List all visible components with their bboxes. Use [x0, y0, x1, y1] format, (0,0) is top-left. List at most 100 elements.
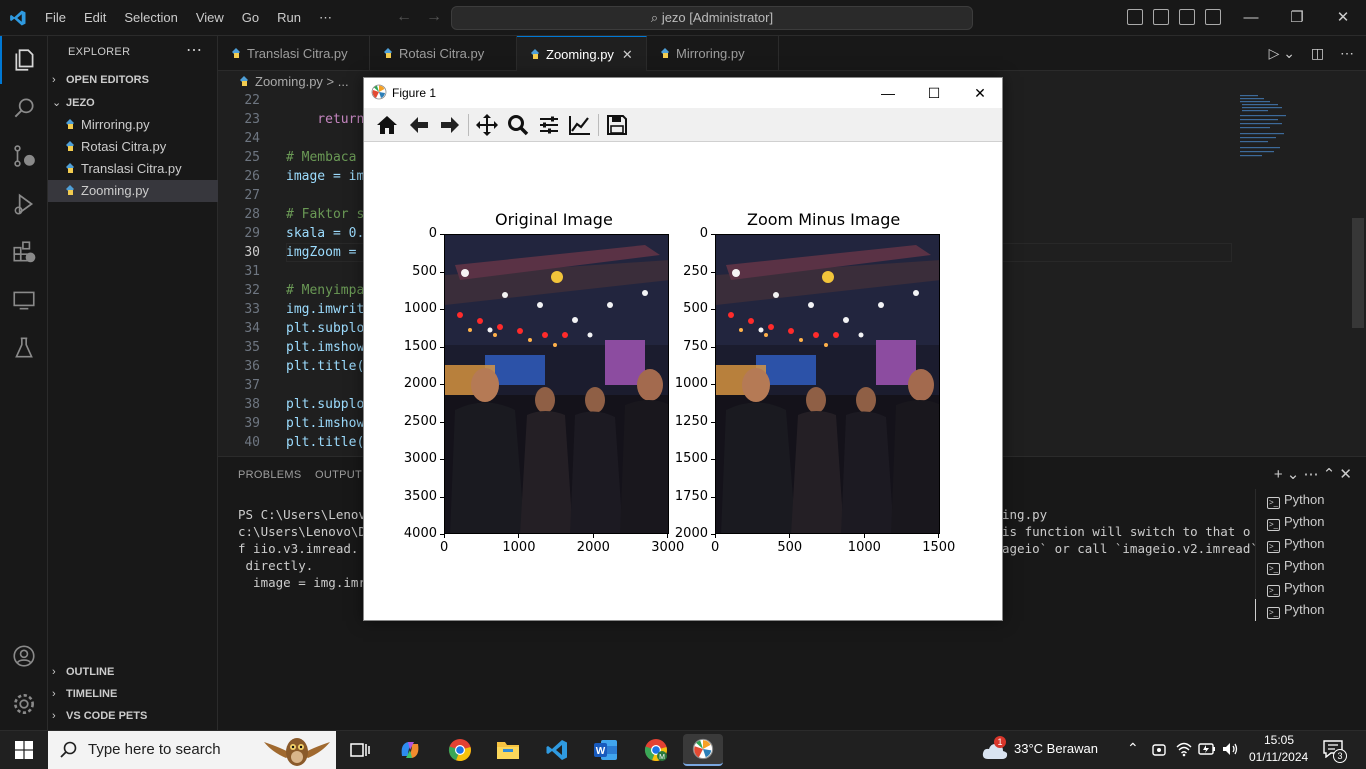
search-icon[interactable]: [0, 84, 48, 132]
accounts-icon[interactable]: [0, 632, 48, 680]
file-explorer-icon[interactable]: [488, 734, 528, 766]
menu-selection[interactable]: Selection: [115, 0, 186, 36]
clock-date[interactable]: 01/11/2024: [1249, 750, 1308, 764]
code-line[interactable]: # Menyimpa: [286, 283, 364, 298]
file-item-mirroring[interactable]: Mirroring.py: [48, 114, 218, 136]
word-icon[interactable]: W: [586, 734, 626, 766]
panel-actions[interactable]: + ⌄ ⋯ ⌃ ✕: [1274, 465, 1352, 483]
code-line[interactable]: plt.subplo: [286, 321, 364, 336]
manage-gear-icon[interactable]: [0, 680, 48, 728]
command-center[interactable]: ⌕ jezo [Administrator]: [451, 6, 973, 30]
menu-edit[interactable]: Edit: [75, 0, 115, 36]
code-line[interactable]: # Membaca: [286, 150, 356, 165]
customize-layout-icon[interactable]: [1205, 9, 1221, 25]
tab-output[interactable]: OUTPUT: [315, 469, 362, 481]
zoom-magnifier-icon[interactable]: [505, 113, 531, 137]
code-line[interactable]: plt.imshow: [286, 340, 364, 355]
terminal-item[interactable]: >_ Python: [1256, 511, 1366, 533]
clock-time[interactable]: 15:05: [1264, 733, 1294, 747]
forward-arrow-icon[interactable]: [437, 113, 463, 137]
toggle-secondary-sidebar-icon[interactable]: [1179, 9, 1195, 25]
extensions-icon[interactable]: [0, 228, 48, 276]
edit-axis-icon[interactable]: [567, 113, 593, 137]
plot-canvas[interactable]: Original Image Zoom Minus Image 0 500 10…: [364, 142, 1002, 620]
battery-plug-icon[interactable]: [1198, 742, 1216, 756]
code-line[interactable]: # Faktor s: [286, 207, 364, 222]
figure-minimize-button[interactable]: —: [865, 78, 911, 108]
editor-actions[interactable]: ▷ ⌄ ◫ ⋯: [1269, 36, 1354, 71]
figure-close-button[interactable]: ✕: [957, 78, 1003, 108]
tab-rotasi[interactable]: Rotasi Citra.py: [370, 36, 517, 71]
menu-file[interactable]: File: [36, 0, 75, 36]
code-line[interactable]: return: [286, 112, 364, 127]
close-button[interactable]: ✕: [1320, 0, 1366, 36]
vscode-taskbar-icon[interactable]: [537, 734, 577, 766]
matplotlib-taskbar-icon[interactable]: [683, 734, 723, 766]
layout-controls[interactable]: [1127, 9, 1221, 25]
pets-section[interactable]: › VS CODE PETS: [52, 710, 147, 722]
tab-zooming[interactable]: Zooming.py ✕: [517, 36, 647, 71]
menu-go[interactable]: Go: [233, 0, 268, 36]
code-line[interactable]: plt.title(: [286, 435, 364, 450]
run-debug-icon[interactable]: [0, 180, 48, 228]
run-python-icon[interactable]: ▷ ⌄: [1269, 45, 1295, 61]
chrome-icon[interactable]: [440, 734, 480, 766]
windows-start-icon[interactable]: [0, 731, 48, 769]
toggle-panel-icon[interactable]: [1153, 9, 1169, 25]
figure-title-bar[interactable]: Figure 1 — ☐ ✕: [364, 78, 1002, 108]
terminal-item[interactable]: >_ Python: [1256, 489, 1366, 511]
menu-run[interactable]: Run: [268, 0, 310, 36]
code-line[interactable]: skala = 0.: [286, 226, 364, 241]
timeline-section[interactable]: › TIMELINE: [52, 688, 117, 700]
restore-button[interactable]: ❐: [1274, 0, 1320, 36]
explorer-more-button[interactable]: ⋯: [186, 40, 202, 60]
minimap[interactable]: [1238, 93, 1338, 193]
weather-text[interactable]: 33°C Berawan: [1014, 741, 1098, 756]
testing-icon[interactable]: [0, 324, 48, 372]
code-line[interactable]: imgZoom =: [286, 245, 364, 260]
more-actions-icon[interactable]: ⋯: [1340, 45, 1354, 61]
terminal-item[interactable]: >_ Python: [1256, 555, 1366, 577]
task-view-icon[interactable]: [340, 734, 380, 766]
outline-section[interactable]: › OUTLINE: [52, 666, 114, 678]
tray-chevron-up-icon[interactable]: ⌃: [1127, 740, 1139, 757]
chrome-profile-icon[interactable]: M: [636, 734, 676, 766]
tab-close-icon[interactable]: ✕: [622, 47, 633, 62]
code-line[interactable]: image = im: [286, 169, 364, 184]
tab-translasi[interactable]: Translasi Citra.py: [218, 36, 370, 71]
code-line[interactable]: plt.title(: [286, 359, 364, 374]
explorer-icon[interactable]: [0, 36, 48, 84]
terminal-item[interactable]: >_ Python: [1256, 533, 1366, 555]
back-arrow-icon[interactable]: [406, 113, 432, 137]
pan-move-icon[interactable]: [474, 113, 500, 137]
open-editors-section[interactable]: › OPEN EDITORS: [52, 74, 149, 86]
source-control-icon[interactable]: [0, 132, 48, 180]
configure-subplots-icon[interactable]: [536, 113, 562, 137]
editor-scrollbar[interactable]: [1352, 218, 1364, 328]
toggle-sidebar-icon[interactable]: [1127, 9, 1143, 25]
file-item-translasi[interactable]: Translasi Citra.py: [48, 158, 218, 180]
figure-maximize-button[interactable]: ☐: [911, 78, 957, 108]
folder-section[interactable]: ⌄ JEZO: [52, 96, 95, 109]
terminal-item[interactable]: >_ Python: [1256, 577, 1366, 599]
minimize-button[interactable]: —: [1228, 0, 1274, 36]
code-line[interactable]: img.imwrit: [286, 302, 364, 317]
file-item-rotasi[interactable]: Rotasi Citra.py: [48, 136, 218, 158]
webcam-icon[interactable]: [1152, 742, 1166, 758]
save-floppy-icon[interactable]: [604, 113, 630, 137]
taskbar-search[interactable]: Type here to search: [48, 731, 336, 769]
tab-mirroring[interactable]: Mirroring.py: [647, 36, 779, 71]
remote-explorer-icon[interactable]: [0, 276, 48, 324]
home-icon[interactable]: [374, 113, 400, 137]
terminal-item-active[interactable]: >_ Python: [1255, 599, 1366, 621]
copilot-icon[interactable]: [390, 734, 430, 766]
split-editor-icon[interactable]: ◫: [1311, 45, 1324, 61]
tab-problems[interactable]: PROBLEMS: [238, 469, 302, 481]
code-line[interactable]: plt.imshow: [286, 416, 364, 431]
code-line[interactable]: plt.subplo: [286, 397, 364, 412]
menu-view[interactable]: View: [187, 0, 233, 36]
wifi-icon[interactable]: [1176, 741, 1192, 757]
nav-arrows[interactable]: ←→: [396, 8, 456, 26]
menu-more[interactable]: ⋯: [310, 0, 341, 36]
volume-icon[interactable]: [1222, 742, 1240, 756]
